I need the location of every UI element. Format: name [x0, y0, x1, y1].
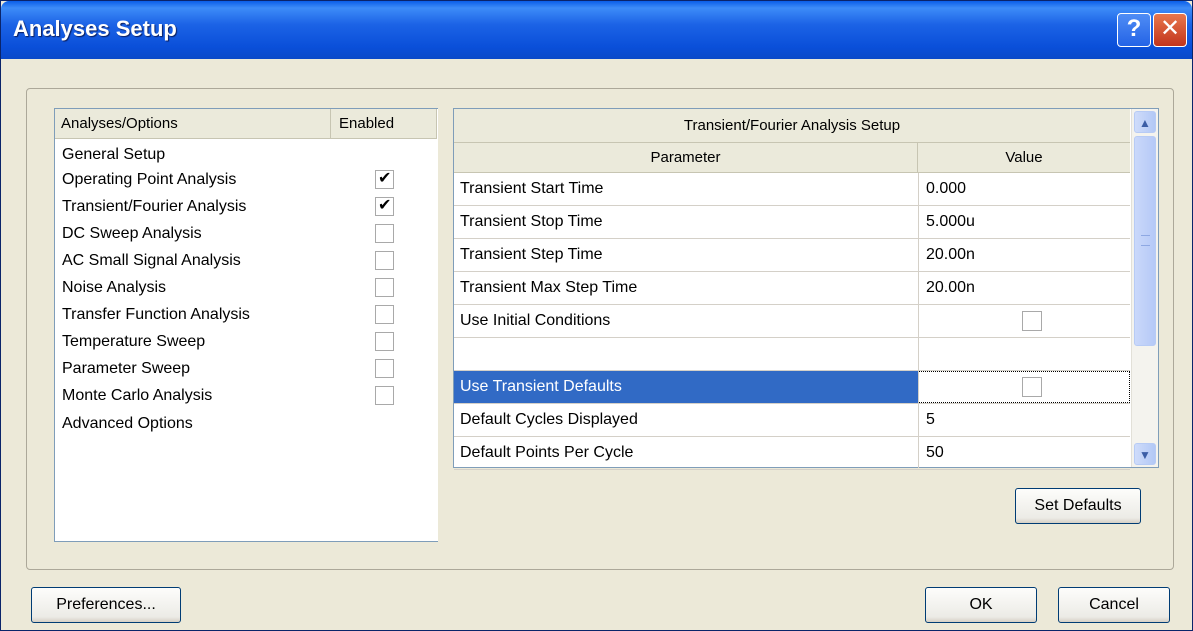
ok-button[interactable]: OK — [925, 587, 1037, 623]
parameter-cell: Default Points Per Cycle — [460, 444, 634, 461]
value-cell[interactable]: 20.00n — [926, 272, 975, 304]
scroll-thumb[interactable] — [1134, 136, 1156, 346]
analysis-enabled-checkbox[interactable] — [375, 386, 394, 405]
value-cell[interactable]: 5 — [926, 404, 935, 436]
cancel-button[interactable]: Cancel — [1058, 587, 1170, 623]
scroll-down-button[interactable]: ▼ — [1134, 443, 1156, 465]
analysis-item-label[interactable]: Noise Analysis — [62, 275, 166, 301]
set-defaults-button[interactable]: Set Defaults — [1015, 488, 1141, 524]
value-cell[interactable]: 0.000 — [926, 173, 966, 205]
grid-row[interactable]: Transient Max Step Time 20.00n — [454, 272, 1130, 305]
transient-setup-grid: Transient/Fourier Analysis Setup Paramet… — [453, 108, 1159, 470]
analyses-options-list: Analyses/Options Enabled General Setup Op… — [54, 108, 438, 542]
column-divider — [918, 173, 919, 468]
analysis-enabled-checkbox[interactable] — [375, 251, 394, 270]
analysis-item-label[interactable]: Operating Point Analysis — [62, 167, 236, 193]
analysis-item-label[interactable]: Parameter Sweep — [62, 356, 190, 382]
analysis-item-label[interactable]: DC Sweep Analysis — [62, 221, 202, 247]
grid-title: Transient/Fourier Analysis Setup — [454, 109, 1130, 143]
analysis-enabled-checkbox[interactable] — [375, 168, 394, 189]
parameter-column-header[interactable]: Parameter — [454, 143, 918, 173]
close-button[interactable]: ✕ — [1153, 13, 1187, 47]
analyses-setup-dialog: Analyses Setup ? ✕ Analyses/Options Enab… — [0, 0, 1193, 631]
scroll-up-button[interactable]: ▲ — [1134, 111, 1156, 133]
value-checkbox[interactable] — [1022, 311, 1042, 331]
window-title: Analyses Setup — [13, 16, 177, 41]
value-cell[interactable]: 5.000u — [926, 206, 975, 238]
analysis-item-label[interactable]: Monte Carlo Analysis — [62, 383, 212, 409]
vertical-scrollbar[interactable]: ▲ ▼ — [1131, 109, 1158, 467]
grid-row[interactable]: Transient Start Time 0.000 — [454, 173, 1130, 206]
analysis-enabled-checkbox[interactable] — [375, 195, 394, 216]
analysis-item-label[interactable]: AC Small Signal Analysis — [62, 248, 241, 274]
analyses-options-header[interactable]: Analyses/Options — [55, 109, 331, 139]
parameter-cell: Transient Step Time — [460, 246, 603, 263]
analysis-item-label[interactable]: General Setup — [62, 142, 165, 168]
preferences-button[interactable]: Preferences... — [31, 587, 181, 623]
analysis-item-label[interactable]: Transient/Fourier Analysis — [62, 194, 246, 220]
parameter-cell: Transient Start Time — [460, 180, 604, 197]
analysis-enabled-checkbox[interactable] — [375, 305, 394, 324]
parameter-cell: Use Transient Defaults — [460, 378, 622, 395]
grid-row[interactable]: Transient Step Time 20.00n — [454, 239, 1130, 272]
value-checkbox[interactable] — [1022, 377, 1042, 397]
analysis-enabled-checkbox[interactable] — [375, 278, 394, 297]
grid-row[interactable]: Transient Stop Time 5.000u — [454, 206, 1130, 239]
enabled-header[interactable]: Enabled — [331, 109, 437, 139]
value-cell[interactable]: 50 — [926, 437, 944, 469]
analysis-item-label[interactable]: Transfer Function Analysis — [62, 302, 250, 328]
analysis-item-label[interactable]: Advanced Options — [62, 411, 193, 437]
analysis-enabled-checkbox[interactable] — [375, 359, 394, 378]
parameter-cell: Transient Max Step Time — [460, 279, 638, 296]
grid-row[interactable]: Use Transient Defaults — [454, 371, 1130, 404]
value-cell[interactable]: 20.00n — [926, 239, 975, 271]
grid-row[interactable]: Use Initial Conditions — [454, 305, 1130, 338]
parameter-cell: Default Cycles Displayed — [460, 411, 638, 428]
help-button[interactable]: ? — [1117, 13, 1151, 47]
analysis-enabled-checkbox[interactable] — [375, 224, 394, 243]
grid-row[interactable]: Default Cycles Displayed 5 — [454, 404, 1130, 437]
analysis-item-label[interactable]: Temperature Sweep — [62, 329, 205, 355]
analysis-enabled-checkbox[interactable] — [375, 332, 394, 351]
parameter-cell: Use Initial Conditions — [460, 312, 611, 329]
value-column-header[interactable]: Value — [918, 143, 1130, 173]
parameter-cell: Transient Stop Time — [460, 213, 603, 230]
grid-row[interactable]: Default Points Per Cycle 50 — [454, 437, 1130, 470]
title-bar: Analyses Setup ? ✕ — [1, 1, 1192, 59]
grid-row[interactable] — [454, 338, 1130, 371]
